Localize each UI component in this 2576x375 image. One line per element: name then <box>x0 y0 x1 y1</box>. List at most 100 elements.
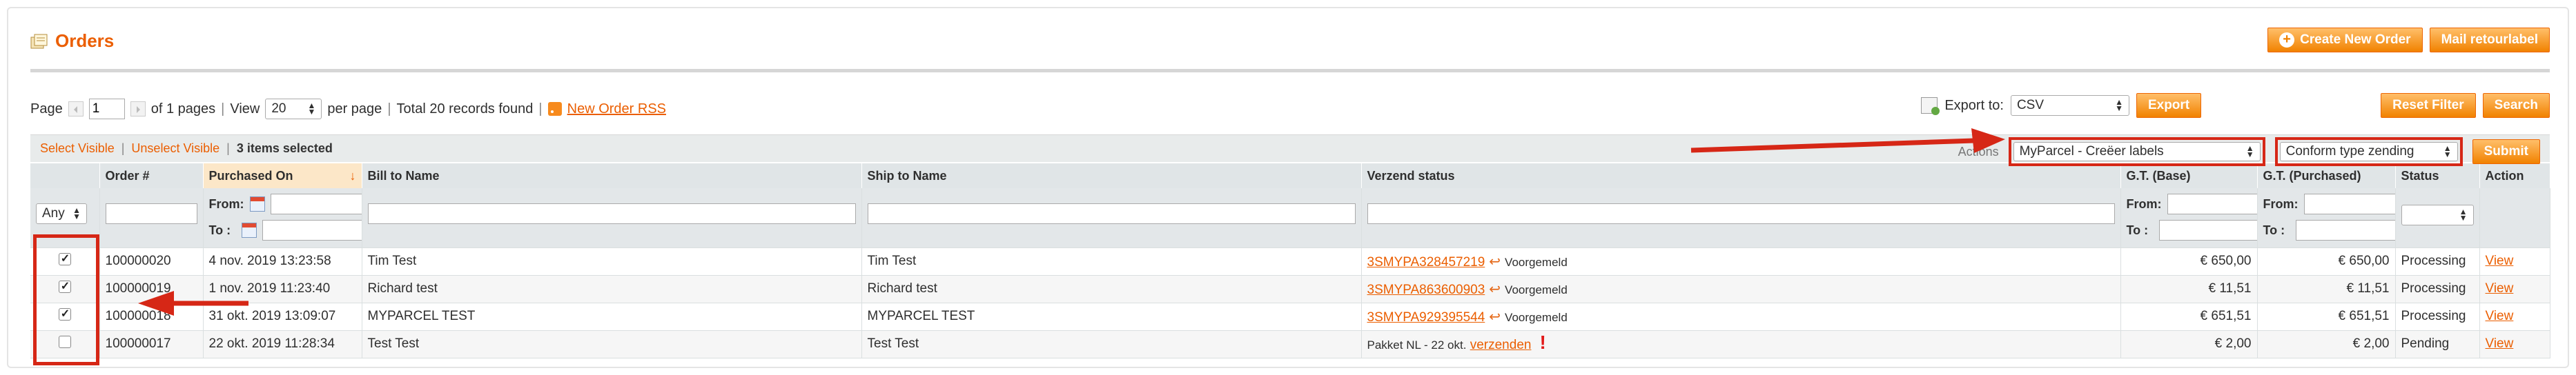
massaction-bar: Select Visible | Unselect Visible | 3 it… <box>30 134 2550 166</box>
purchased-from-label: From: <box>2263 196 2299 211</box>
of-pages-text: of 1 pages <box>150 101 216 116</box>
per-page-select[interactable]: 20 ▲ ▼ <box>265 99 322 119</box>
select-caret-icon: ▲ ▼ <box>72 205 81 221</box>
date-from-input[interactable] <box>270 194 361 214</box>
search-button[interactable]: Search <box>2482 93 2550 118</box>
type-zending-value: Conform type zending <box>2285 144 2414 159</box>
order-number: 100000018 <box>99 303 204 331</box>
base-from-input[interactable] <box>2167 194 2256 214</box>
items-selected-count: 3 items selected <box>236 141 333 155</box>
purchased-to-label: To : <box>2263 223 2285 237</box>
export-button[interactable]: Export <box>2136 93 2202 118</box>
order-status: Processing <box>2395 275 2480 303</box>
type-select-highlight: Conform type zending ▲ ▼ <box>2274 137 2463 166</box>
return-arrow-icon[interactable]: ↩ <box>1489 310 1501 325</box>
col-header-gt-purchased[interactable]: G.T. (Purchased) <box>2257 163 2396 188</box>
bill-to-filter[interactable] <box>367 203 856 224</box>
orders-grid: Order # Purchased On ↓ Bill to Name Ship … <box>30 163 2550 358</box>
purchased-on: 22 okt. 2019 11:28:34 <box>203 330 362 358</box>
new-order-rss-link[interactable]: New Order RSS <box>567 101 666 117</box>
order-status: Processing <box>2395 303 2480 331</box>
col-header-order[interactable]: Order # <box>99 163 204 188</box>
purchased-from-input[interactable] <box>2303 194 2394 214</box>
submit-button[interactable]: Submit <box>2472 139 2540 164</box>
purchased-to-input[interactable] <box>2296 220 2394 241</box>
unselect-visible-link[interactable]: Unselect Visible <box>131 141 219 156</box>
action-select[interactable]: MyParcel - Creëer labels ▲ ▼ <box>2013 142 2261 161</box>
order-status: Processing <box>2395 247 2480 276</box>
mail-retourlabel-button[interactable]: Mail retourlabel <box>2429 28 2550 52</box>
create-new-order-button[interactable]: + Create New Order <box>2267 28 2423 52</box>
select-caret-icon: ▲ ▼ <box>307 101 316 116</box>
ship-to-filter[interactable] <box>867 203 1356 224</box>
export-icon <box>1921 97 1940 115</box>
ship-to-name: Tim Test <box>861 247 1362 276</box>
verzend-status: Pakket NL - 22 okt. verzenden! <box>1361 330 2121 358</box>
base-to-input[interactable] <box>2159 220 2256 241</box>
row-checkbox[interactable] <box>58 336 71 348</box>
action-select-highlight: MyParcel - Creëer labels ▲ ▼ <box>2008 137 2265 166</box>
total-records: Total 20 records found <box>396 101 534 116</box>
type-zending-select[interactable]: Conform type zending ▲ ▼ <box>2279 142 2458 161</box>
bill-to-name: Tim Test <box>362 247 862 276</box>
col-header-gt-base[interactable]: G.T. (Base) <box>2120 163 2258 188</box>
date-to-label: To : <box>208 223 231 237</box>
base-from-label: From: <box>2126 196 2162 211</box>
col-header-verzend-status[interactable]: Verzend status <box>1361 163 2121 188</box>
page-label: Page <box>30 101 63 116</box>
table-row[interactable]: 100000017 22 okt. 2019 11:28:34 Test Tes… <box>30 330 2550 358</box>
bill-to-name: Richard test <box>362 275 862 303</box>
date-to-input[interactable] <box>262 220 361 241</box>
table-row[interactable]: 100000020 4 nov. 2019 13:23:58 Tim Test … <box>30 247 2550 276</box>
col-header-ship-to[interactable]: Ship to Name <box>861 163 1362 188</box>
bill-to-name: MYPARCEL TEST <box>362 303 862 331</box>
next-page-icon[interactable] <box>130 101 146 116</box>
view-link[interactable]: View <box>2486 254 2514 268</box>
view-link[interactable]: View <box>2486 336 2514 351</box>
calendar-icon[interactable] <box>242 223 257 238</box>
select-caret-icon: ▲ ▼ <box>2245 143 2254 159</box>
return-arrow-icon[interactable]: ↩ <box>1489 282 1501 297</box>
col-header-purchased-on[interactable]: Purchased On ↓ <box>203 163 362 188</box>
tracking-link[interactable]: 3SMYPA863600903 <box>1367 283 1485 297</box>
order-number-filter[interactable] <box>105 203 197 224</box>
page-title-text: Orders <box>55 30 115 51</box>
order-number: 100000020 <box>99 247 204 276</box>
gt-purchased: € 2,00 <box>2257 330 2396 358</box>
verzend-status-filter[interactable] <box>1367 203 2115 224</box>
view-link[interactable]: View <box>2486 281 2514 296</box>
reset-filter-button[interactable]: Reset Filter <box>2381 93 2476 118</box>
tracking-link[interactable]: 3SMYPA328457219 <box>1367 255 1485 270</box>
select-visible-link[interactable]: Select Visible <box>40 141 115 156</box>
table-row[interactable]: 100000018 31 okt. 2019 13:09:07 MYPARCEL… <box>30 303 2550 331</box>
view-link[interactable]: View <box>2486 309 2514 323</box>
export-format-select[interactable]: CSV ▲ ▼ <box>2010 95 2129 116</box>
gt-purchased: € 11,51 <box>2257 275 2396 303</box>
order-number: 100000017 <box>99 330 204 358</box>
verzend-status: 3SMYPA863600903 ↩ Voorgemeld <box>1361 275 2121 303</box>
purchased-on: 1 nov. 2019 11:23:40 <box>203 275 362 303</box>
row-checkbox[interactable] <box>58 279 71 293</box>
per-page-value: 20 <box>271 101 286 116</box>
col-header-bill-to[interactable]: Bill to Name <box>362 163 862 188</box>
orders-page: Orders + Create New Order Mail retourlabe… <box>30 28 2550 358</box>
return-arrow-icon[interactable]: ↩ <box>1489 254 1501 270</box>
page-input[interactable] <box>88 99 125 119</box>
ship-to-name: Richard test <box>861 275 1362 303</box>
gt-base: € 2,00 <box>2120 330 2258 358</box>
col-header-status[interactable]: Status <box>2395 163 2480 188</box>
prev-page-icon[interactable] <box>68 101 84 116</box>
gt-base: € 11,51 <box>2120 275 2258 303</box>
calendar-icon[interactable] <box>249 196 265 212</box>
table-row[interactable]: 100000019 1 nov. 2019 11:23:40 Richard t… <box>30 275 2550 303</box>
row-checkbox[interactable] <box>58 252 71 265</box>
verzenden-link[interactable]: verzenden <box>1470 338 1532 352</box>
status-filter-select[interactable]: ▲ ▼ <box>2401 205 2474 225</box>
row-checkbox[interactable] <box>58 307 71 321</box>
select-caret-icon: ▲ ▼ <box>2459 207 2468 223</box>
ship-to-name: MYPARCEL TEST <box>861 303 1362 331</box>
verzend-status: 3SMYPA328457219 ↩ Voorgemeld <box>1361 247 2121 276</box>
tracking-link[interactable]: 3SMYPA929395544 <box>1367 310 1485 325</box>
gt-purchased: € 650,00 <box>2257 247 2396 276</box>
massaction-filter-select[interactable]: Any ▲ ▼ <box>36 203 87 224</box>
